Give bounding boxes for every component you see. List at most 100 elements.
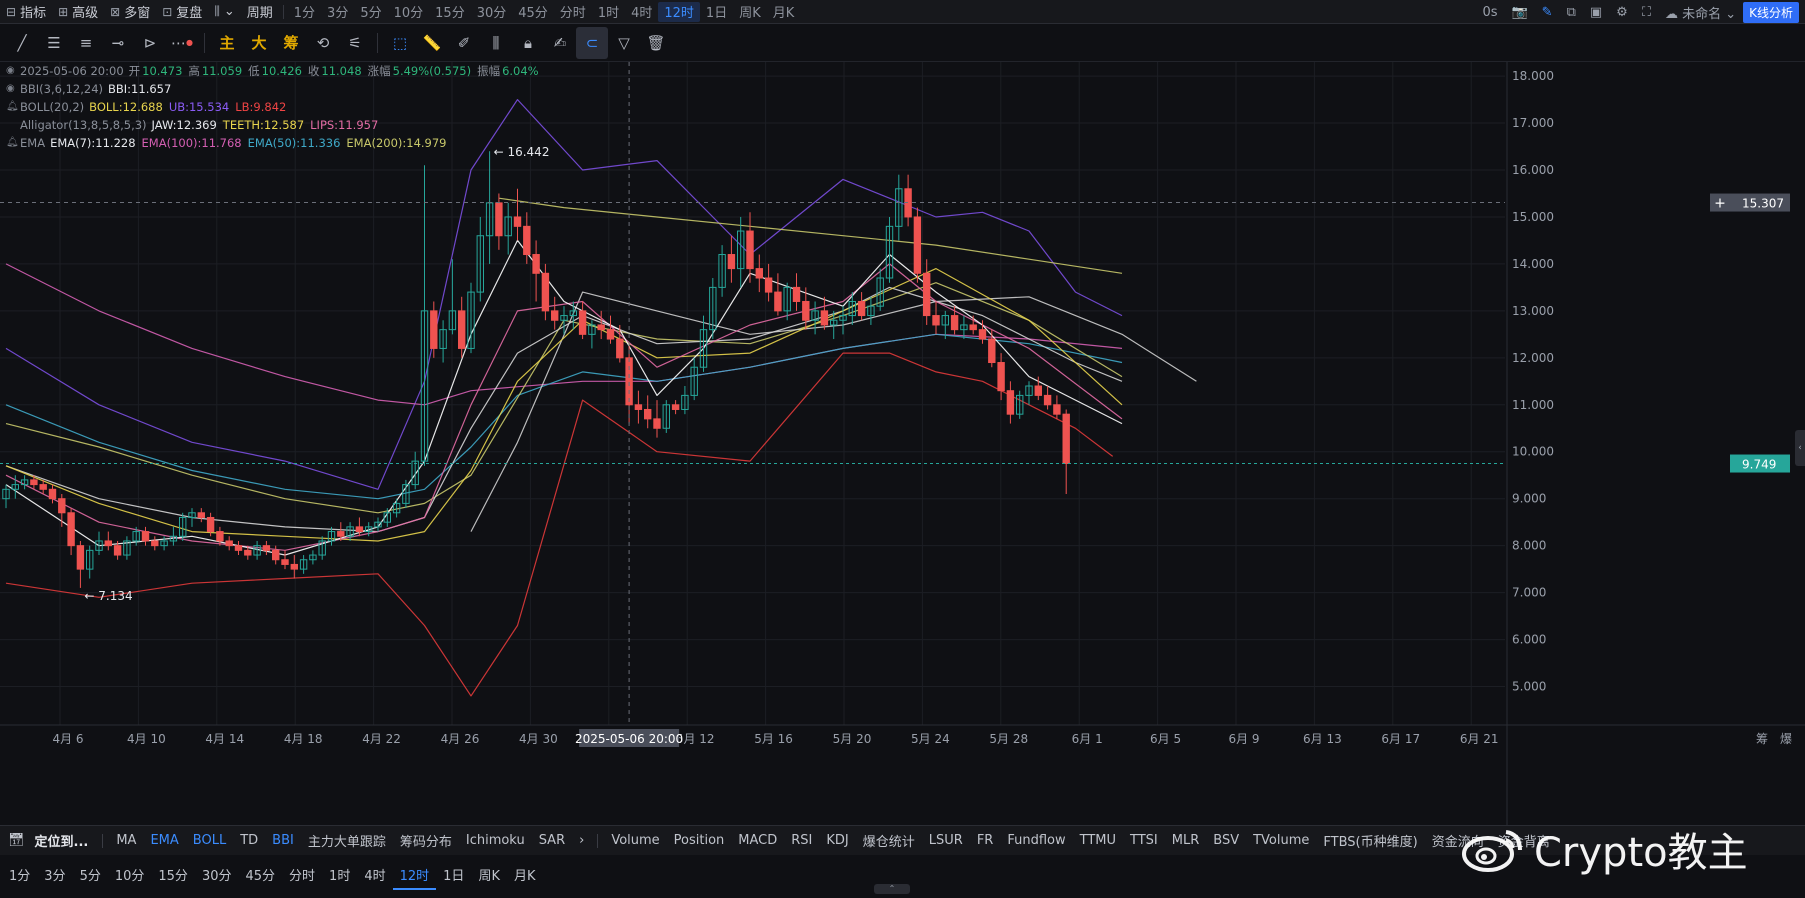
candle-body[interactable] — [671, 404, 680, 410]
candle-body[interactable] — [1053, 404, 1061, 415]
timeframe-tab[interactable]: 30分 — [471, 2, 513, 22]
sub-indicator-tab[interactable]: LSUR — [922, 833, 970, 848]
annotation-icon[interactable]: ✍ — [544, 27, 576, 59]
more-tools-icon[interactable]: ⋯ ● — [166, 27, 198, 59]
topbar-button-1[interactable]: ⊞ 高级 — [52, 0, 104, 24]
main-indicator-tab[interactable]: BBI — [265, 833, 301, 848]
sub-indicator-tab[interactable]: TTSI — [1123, 833, 1165, 848]
candle-body[interactable] — [1043, 394, 1052, 406]
timeframe-tab[interactable]: 月K — [767, 2, 801, 22]
bottom-timeframe-tab[interactable]: 1时 — [322, 861, 357, 888]
parallel-channel-icon[interactable]: ≡ — [70, 27, 102, 59]
timeframe-tab[interactable]: 15分 — [429, 2, 471, 22]
timeframe-tab[interactable]: 45分 — [512, 2, 554, 22]
sub-indicator-tab[interactable]: TVolume — [1246, 833, 1316, 848]
timeframe-tab[interactable]: 3分 — [321, 2, 354, 22]
timeframe-tab[interactable]: 5分 — [354, 2, 387, 22]
kline-analysis-button[interactable]: K线分析 — [1743, 1, 1799, 23]
x-axis-tool-label[interactable]: 筹 — [1756, 732, 1768, 746]
candlestick-chart[interactable]: 18.000 17.000 16.000 15.000 14.000 13.000 12.0… — [0, 62, 1805, 825]
bottom-timeframe-tab[interactable]: 周K — [471, 861, 507, 888]
bottom-timeframe-tab[interactable]: 分时 — [282, 861, 322, 888]
large-order-button[interactable]: 大 — [243, 27, 275, 59]
camera-icon[interactable]: 📷 — [1504, 5, 1534, 20]
candle-body[interactable] — [281, 559, 289, 565]
lock-icon[interactable]: 🔒︎ — [512, 27, 544, 59]
topbar-button-5[interactable]: 周期 — [241, 0, 279, 24]
candle-body[interactable] — [857, 300, 866, 317]
sub-indicator-tab[interactable]: FR — [970, 833, 1001, 848]
calendar-icon[interactable]: 📅︎ — [8, 833, 25, 848]
sub-indicator-tab[interactable]: Fundflow — [1000, 833, 1072, 848]
bottom-timeframe-tab[interactable]: 10分 — [108, 861, 152, 888]
window-icon[interactable]: ⧉ — [1560, 5, 1583, 20]
main-indicator-tab[interactable]: EMA — [143, 833, 185, 848]
candle-body[interactable] — [746, 230, 754, 270]
main-indicator-tab[interactable]: BOLL — [186, 833, 233, 848]
candle-body[interactable] — [206, 516, 215, 533]
bottom-timeframe-tab[interactable]: 12时 — [392, 861, 437, 890]
measure-icon[interactable]: ⚟ — [339, 27, 371, 59]
settings-icon[interactable]: ⚙ — [1609, 5, 1635, 20]
candle-body[interactable] — [495, 202, 503, 237]
candle-body[interactable] — [616, 338, 624, 359]
main-indicator-tab[interactable]: Ichimoku — [459, 833, 532, 848]
candle-body[interactable] — [39, 484, 47, 490]
candle-body[interactable] — [792, 286, 801, 302]
timeframe-tab[interactable]: 1日 — [700, 2, 733, 22]
eye-icon[interactable]: ◉ — [6, 80, 20, 98]
candle-body[interactable] — [244, 549, 252, 556]
topbar-button-0[interactable]: ⊟ 指标 — [0, 0, 52, 24]
candle-body[interactable] — [802, 300, 810, 321]
main-indicator-tab[interactable]: TD — [233, 833, 265, 848]
candle-body[interactable] — [653, 418, 661, 429]
magnet-icon[interactable]: ⊂ — [576, 26, 608, 59]
plus-icon[interactable]: + — [1714, 196, 1726, 212]
main-indicator-tab[interactable]: MA — [109, 833, 143, 848]
candle-body[interactable] — [216, 531, 224, 542]
candle-body[interactable] — [820, 310, 829, 326]
timeframe-tab[interactable]: 分时 — [554, 2, 592, 22]
candle-body[interactable] — [606, 329, 615, 340]
candle-body[interactable] — [923, 272, 931, 317]
timeframe-tab[interactable]: 1分 — [288, 2, 321, 22]
timeframe-tab[interactable]: 1时 — [592, 2, 625, 22]
candle-body[interactable] — [597, 324, 605, 331]
candle-body[interactable] — [764, 277, 773, 293]
bell-icon[interactable]: 🔔︎ — [6, 134, 20, 152]
topbar-button-2[interactable]: ⊠ 多窗 — [104, 0, 156, 24]
candle-body[interactable] — [578, 310, 587, 335]
bottom-timeframe-tab[interactable]: 月K — [507, 861, 543, 888]
layout-icon[interactable]: ▣ — [1583, 5, 1609, 20]
candle-body[interactable] — [532, 254, 540, 274]
candle-body[interactable] — [337, 531, 345, 537]
candle-body[interactable] — [225, 540, 233, 547]
sub-indicator-tab[interactable]: MLR — [1165, 833, 1207, 848]
candle-body[interactable] — [141, 531, 150, 542]
candle-body[interactable] — [997, 362, 1005, 392]
candle-body[interactable] — [67, 512, 75, 547]
sub-indicator-tab[interactable]: 爆仓统计 — [856, 831, 922, 850]
bottom-timeframe-tab[interactable]: 45分 — [238, 861, 282, 888]
sub-indicator-tab[interactable]: TTMU — [1073, 833, 1123, 848]
brush-icon[interactable]: ✐ — [448, 27, 480, 59]
right-collapse-tab[interactable]: ‹ — [1795, 430, 1805, 466]
topbar-button-3[interactable]: ⊡ 复盘 — [156, 0, 208, 24]
candle-body[interactable] — [58, 498, 66, 514]
bottom-timeframe-tab[interactable]: 3分 — [37, 861, 72, 888]
bottom-timeframe-tab[interactable]: 1分 — [2, 861, 37, 888]
candle-compare-icon[interactable]: ⫼ — [480, 27, 512, 59]
candle-body[interactable] — [513, 216, 522, 227]
ruler-icon[interactable]: 📏 — [416, 27, 448, 59]
candle-body[interactable] — [541, 272, 550, 312]
chips-button[interactable]: 筹 — [275, 27, 307, 59]
candle-body[interactable] — [30, 479, 38, 486]
candle-body[interactable] — [932, 315, 940, 326]
cursor-icon[interactable]: ⬚ — [384, 27, 416, 59]
candle-body[interactable] — [272, 549, 280, 561]
candle-body[interactable] — [1034, 385, 1042, 396]
candle-body[interactable] — [523, 225, 531, 256]
trash-icon[interactable]: 🗑︎ — [640, 27, 672, 59]
timeframe-tab[interactable]: 12时 — [658, 1, 700, 22]
sub-indicator-tab[interactable]: RSI — [784, 833, 819, 848]
